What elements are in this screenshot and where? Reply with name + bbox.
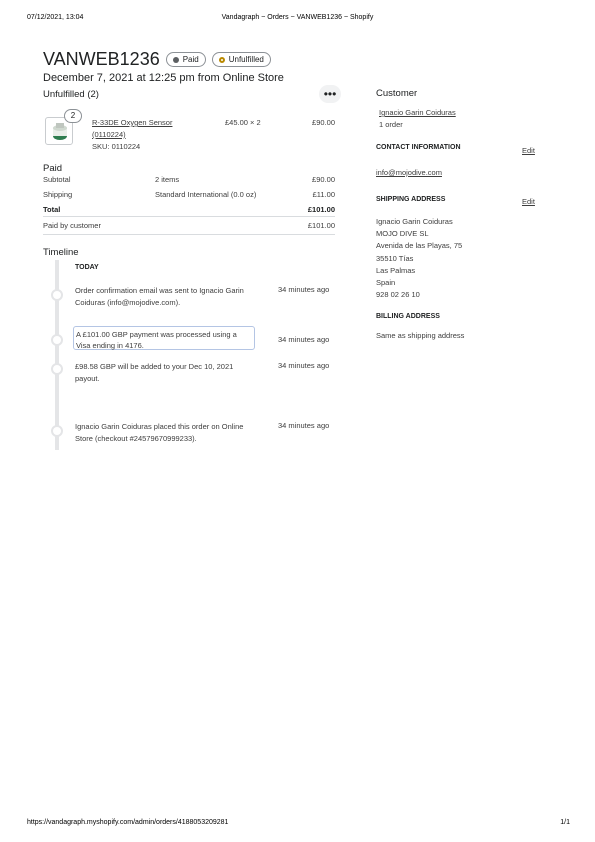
shipping-value: £11.00 [312, 190, 335, 199]
timeline-event: Ignacio Garin Coiduras placed this order… [75, 421, 243, 445]
billing-address-heading: BILLING ADDRESS [376, 313, 440, 320]
timeline-event: £98.58 GBP will be added to your Dec 10,… [75, 361, 233, 385]
address-line: MOJO DIVE SL [376, 229, 429, 239]
unfulfilled-heading: Unfulfilled (2) [43, 89, 99, 100]
paid-badge: Paid [165, 52, 206, 67]
timeline-event: Order confirmation email was sent to Ign… [75, 285, 244, 309]
timeline-event-time: 34 minutes ago [278, 285, 330, 294]
more-horizontal-icon: ••• [323, 87, 337, 101]
address-line: Las Palmas [376, 265, 416, 275]
more-actions-button[interactable]: ••• [319, 85, 341, 103]
contact-heading: CONTACT INFORMATION [376, 144, 461, 151]
timeline-dot [51, 363, 63, 375]
payment-divider [43, 216, 335, 217]
timeline-event-text: Store (checkout #24579670999233). [75, 434, 197, 443]
shipping-address: Ignacio Garin Coiduras MOJO DIVE SL Aven… [376, 216, 462, 301]
timeline-dot [51, 425, 63, 437]
paid-badge-label: Paid [182, 55, 199, 64]
timeline-event-text: £98.58 GBP will be added to your Dec 10,… [75, 362, 234, 371]
print-title: Vandagraph ~ Orders ~ VANWEB1236 ~ Shopi… [221, 14, 374, 21]
subtotal-label: Subtotal [43, 175, 71, 184]
order-number: VANWEB1236 [43, 49, 160, 69]
address-line: Spain [376, 278, 396, 288]
shipping-address-heading: SHIPPING ADDRESS [376, 196, 446, 203]
timeline-event-time: 34 minutes ago [278, 361, 330, 370]
timeline-event-text: A £101.00 GBP payment was processed usin… [76, 330, 237, 339]
timeline-event-time: 34 minutes ago [278, 335, 330, 344]
contact-edit-link[interactable]: Edit [522, 146, 535, 155]
unfulfilled-badge: Unfulfilled [211, 52, 271, 67]
unfulfilled-badge-label: Unfulfilled [228, 55, 264, 64]
subtotal-detail: 2 items [155, 175, 180, 184]
timeline-heading: Timeline [43, 247, 79, 258]
timeline-day-label: TODAY [75, 264, 99, 271]
address-line: 928 02 26 10 [376, 290, 420, 300]
billing-address-text: Same as shipping address [376, 331, 465, 340]
customer-email-link[interactable]: info@mojodive.com [376, 168, 442, 177]
product-name-link-line2[interactable]: (0110224) [92, 130, 126, 139]
customer-heading: Customer [376, 88, 418, 99]
paid-by-value: £101.00 [307, 221, 335, 230]
shipping-label: Shipping [43, 190, 73, 199]
payment-bottom-divider [43, 234, 335, 235]
timeline-event-text: Coiduras (info@mojodive.com). [75, 298, 181, 307]
paid-dot-icon [172, 56, 179, 63]
timeline-dot [51, 334, 63, 346]
address-line: 35510 Tías [376, 253, 414, 263]
paid-heading: Paid [43, 163, 63, 174]
paid-by-label: Paid by customer [43, 221, 101, 230]
customer-name-link[interactable]: Ignacio Garin Coiduras [379, 108, 456, 117]
address-line: Avenida de las Playas, 75 [376, 241, 463, 251]
shipping-detail: Standard International (0.0 oz) [155, 190, 257, 199]
timeline-event-text: payout. [75, 374, 100, 383]
timeline-dot [51, 289, 63, 301]
product-sku: SKU: 0110224 [92, 142, 141, 151]
print-page-number: 1/1 [560, 819, 570, 826]
unfulfilled-dot-icon [218, 56, 225, 63]
product-line-total: £90.00 [312, 118, 335, 127]
product-name-link[interactable]: R-33DE Oxygen Sensor [92, 118, 172, 127]
quantity-badge: 2 [64, 109, 82, 123]
shipping-edit-link[interactable]: Edit [522, 197, 535, 206]
subtotal-value: £90.00 [312, 175, 335, 184]
timeline-event-expandable[interactable]: A £101.00 GBP payment was processed usin… [73, 326, 255, 350]
timeline-event-text: Order confirmation email was sent to Ign… [75, 286, 244, 295]
address-line: Ignacio Garin Coiduras [376, 217, 453, 226]
timeline-event-time: 34 minutes ago [278, 421, 330, 430]
customer-orders-count: 1 order [379, 120, 403, 129]
print-footer-url: https://vandagraph.myshopify.com/admin/o… [27, 819, 229, 826]
total-value: £101.00 [307, 205, 335, 214]
order-subtitle: December 7, 2021 at 12:25 pm from Online… [43, 72, 284, 84]
timeline-event-text: Visa ending in 4176. [76, 341, 144, 350]
order-header: VANWEB1236 Paid Unfulfilled [43, 49, 271, 70]
total-label: Total [43, 205, 61, 214]
product-unit-price: £45.00 × 2 [225, 118, 261, 127]
timeline-event-text: Ignacio Garin Coiduras placed this order… [75, 422, 244, 431]
